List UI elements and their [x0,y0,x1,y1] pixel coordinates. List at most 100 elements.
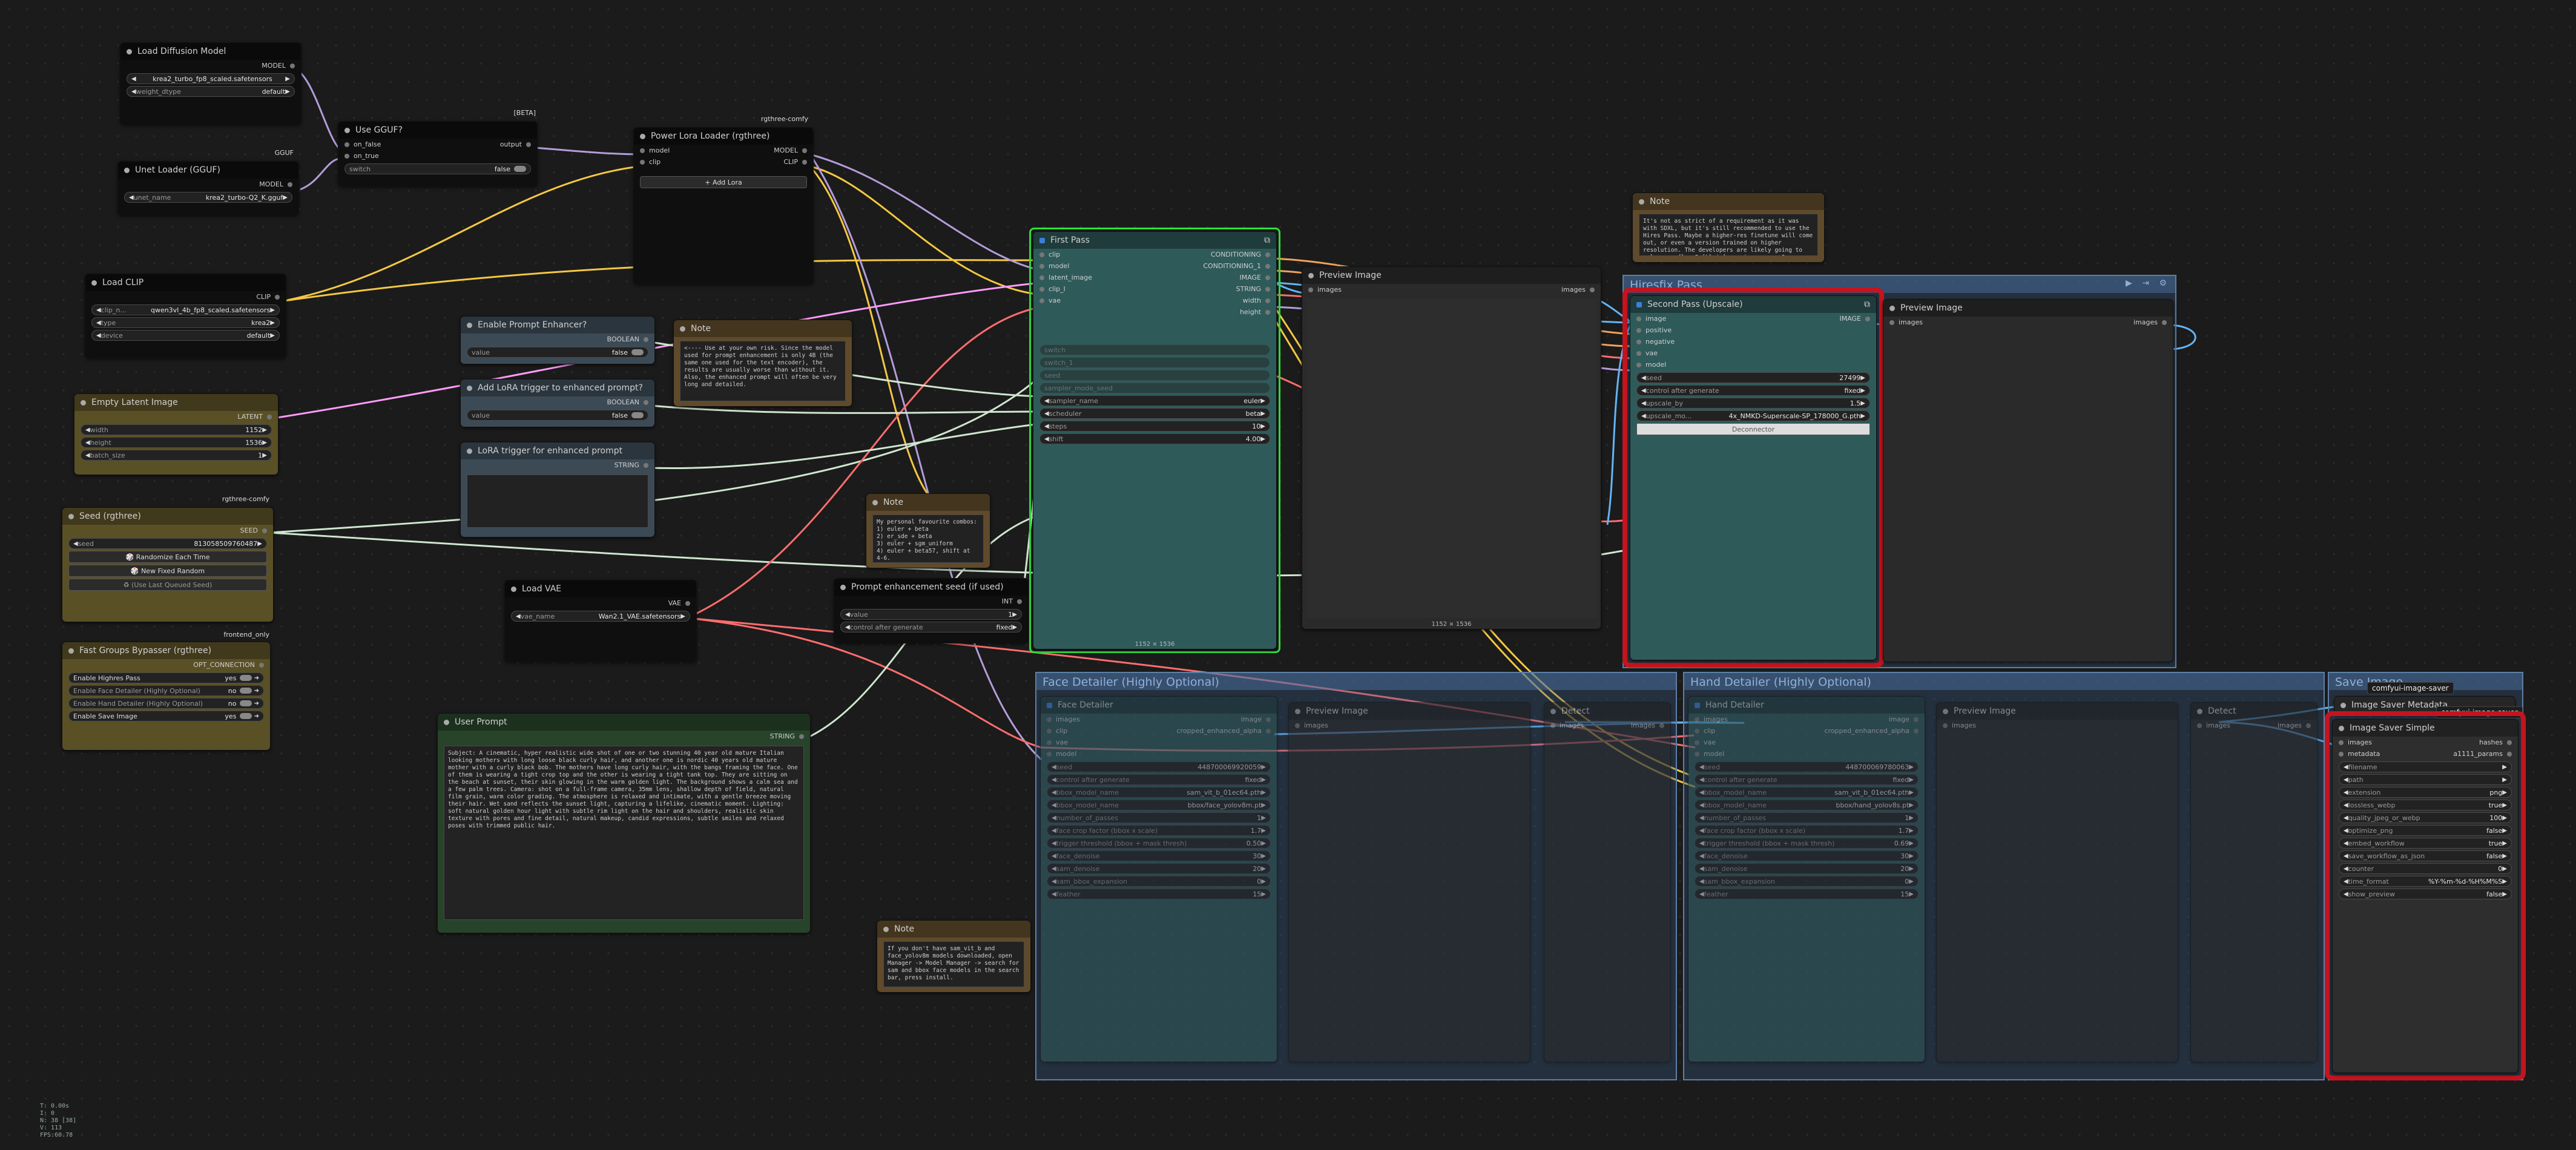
node-header[interactable]: Enable Prompt Enhancer? [461,317,654,334]
toggle-icon[interactable] [631,349,644,355]
widget[interactable]: ◀ lossless_webp true ▶ [2339,800,2512,810]
decrement-arrow-icon[interactable]: ◀ [1699,764,1704,770]
collapse-dot-icon[interactable] [2197,708,2202,714]
increment-arrow-icon[interactable]: ▶ [1261,764,1266,770]
output-slot[interactable]: image [1241,715,1271,723]
node-first-pass[interactable]: First Pass ⧉ clip CONDITIONING model CONDITI… [1033,231,1277,649]
decrement-arrow-icon[interactable]: ◀ [2344,764,2348,770]
image-preview-area[interactable] [1306,298,1597,618]
output-slot[interactable]: a1111_params [2453,750,2512,758]
increment-arrow-icon[interactable]: ▶ [1261,866,1266,872]
input-slot[interactable]: model [1039,262,1069,270]
group-controls[interactable]: ▶ ⇥ ⚙ [2126,278,2170,288]
widget[interactable]: ◀ sam_denoise 20 ▶ [1047,863,1271,874]
collapse-dot-icon[interactable] [872,499,878,505]
node-power-lora-loader[interactable]: Power Lora Loader (rgthree) model MODEL c… [633,127,814,284]
widget[interactable]: ◀ bbox_model_name bbox/hand_yolov8s.pt ▶ [1695,800,1919,810]
decrement-arrow-icon[interactable]: ◀ [1699,815,1704,821]
collapse-dot-icon[interactable] [1889,305,1895,311]
note-textarea[interactable]: If you don't have sam_vit_b and face_yol… [883,941,1024,987]
widget-batch-size[interactable]: ◀ batch_size 1 ▶ [81,450,272,461]
increment-arrow-icon[interactable]: ▶ [2502,878,2507,885]
widget[interactable]: ◀ face crop factor (bbox x scale) 1.7 ▶ [1047,825,1271,836]
decrement-arrow-icon[interactable]: ◀ [1052,777,1056,783]
collapse-dot-icon[interactable] [1308,272,1314,278]
collapse-dot-icon[interactable] [344,127,350,133]
node-hand-detailer[interactable]: Hand Detailer images image clip cropped_enh… [1688,696,1925,1062]
output-slot[interactable]: SEED [240,527,267,534]
collapse-dot-icon[interactable] [444,719,449,725]
output-slot[interactable]: MODEL [262,62,295,70]
widget[interactable]: ◀ filename ▶ [2339,761,2512,772]
decrement-arrow-icon[interactable]: ◀ [1052,802,1056,809]
increment-arrow-icon[interactable]: ▶ [1909,866,1914,872]
node-header[interactable]: Image Saver Simple [2333,720,2518,737]
input-slot[interactable]: images [1943,721,1976,729]
increment-arrow-icon[interactable]: ▶ [1909,878,1914,885]
collapse-dot-icon[interactable] [68,513,74,519]
input-slot[interactable]: positive [1636,326,1672,334]
collapse-dot-icon[interactable] [467,322,472,328]
input-slot[interactable]: model [1047,750,1076,758]
node-note-sampler-combos[interactable]: Note My personal favourite combos: 1) eu… [866,493,990,568]
output-slot[interactable]: CLIP [783,158,807,166]
decrement-arrow-icon[interactable]: ◀ [2344,827,2348,834]
increment-arrow-icon[interactable]: ▶ [1261,853,1266,859]
node-fast-groups-bypasser[interactable]: Fast Groups Bypasser (rgthree) OPT_CONNE… [62,642,271,751]
new-fixed-random-button[interactable]: 🎲 New Fixed Random [68,565,267,577]
output-slot[interactable]: OPT_CONNECTION [193,661,264,669]
decrement-arrow-icon[interactable]: ◀ [1699,853,1704,859]
decrement-arrow-icon[interactable]: ◀ [2344,878,2348,885]
widget[interactable]: ◀ control after generate fixed ▶ [1047,774,1271,785]
node-note-sam-models[interactable]: Note If you don't have sam_vit_b and fac… [877,920,1031,993]
toggle-icon[interactable] [240,713,252,719]
navigate-arrow-icon[interactable]: ➜ [252,675,259,682]
node-header[interactable]: Note [866,494,990,511]
decrement-arrow-icon[interactable]: ◀ [1699,789,1704,796]
widget-height[interactable]: ◀ height 1536 ▶ [81,437,272,448]
output-slot[interactable]: IMAGE [1839,315,1870,323]
collapse-dot-icon[interactable] [883,926,889,932]
input-slot[interactable]: images [1889,318,1923,326]
node-hand-detect[interactable]: Detect images images [2190,702,2317,1062]
open-subgraph-icon[interactable]: ⧉ [1864,300,1870,309]
widget-disabled[interactable]: seed [1039,370,1270,381]
toggle-face-detailer[interactable]: Enable Face Detailer (Highly Optional) no… [68,685,264,696]
widget-seed[interactable]: ◀ seed 813058509760487 ▶ [68,538,267,549]
output-slot[interactable]: images [1561,286,1595,294]
decrement-arrow-icon[interactable]: ◀ [1052,878,1056,885]
output-slot[interactable]: images [2278,721,2311,729]
toggle-highres-pass[interactable]: Enable Highres Pass yes ➜ [68,672,264,683]
increment-arrow-icon[interactable]: ▶ [2502,815,2507,821]
widget-upscale-by[interactable]: ◀ upscale_by 1.5 ▶ [1636,398,1870,409]
decrement-arrow-icon[interactable]: ◀ [2344,891,2348,898]
input-slot[interactable]: images [2339,738,2372,746]
widget[interactable]: ◀ feather 15 ▶ [1047,889,1271,899]
toggle-icon[interactable] [240,675,252,681]
decrement-arrow-icon[interactable]: ◀ [1699,802,1704,809]
input-slot[interactable]: image [1636,315,1666,323]
widget[interactable]: ◀ face_denoise 30 ▶ [1695,850,1919,861]
collapse-dot-icon[interactable] [2340,702,2346,708]
input-slot[interactable]: vae [1636,349,1658,357]
increment-arrow-icon[interactable]: ▶ [1261,878,1266,885]
increment-arrow-icon[interactable]: ▶ [1909,840,1914,847]
node-header[interactable]: Seed (rgthree) [62,508,273,525]
node-face-detect[interactable]: Detect images images [1544,702,1671,1062]
increment-arrow-icon[interactable]: ▶ [2502,802,2507,809]
increment-arrow-icon[interactable]: ▶ [1261,815,1266,821]
widget-value-toggle[interactable]: value false [467,347,648,358]
increment-arrow-icon[interactable]: ▶ [1909,815,1914,821]
increment-arrow-icon[interactable]: ▶ [1909,789,1914,796]
widget[interactable]: ◀ embed_workflow true ▶ [2339,838,2512,849]
add-lora-button[interactable]: + Add Lora [640,176,807,188]
input-slot[interactable]: model [1695,750,1724,758]
decrement-arrow-icon[interactable]: ◀ [1052,789,1056,796]
collapse-dot-icon[interactable] [124,167,130,173]
decrement-arrow-icon[interactable]: ◀ [1052,764,1056,770]
decrement-arrow-icon[interactable]: ◀ [2344,840,2348,847]
widget[interactable]: ◀ feather 15 ▶ [1695,889,1919,899]
widget-switch[interactable]: switch false [344,163,531,174]
node-note-hires[interactable]: Note It's not as strict of a requirement… [1632,192,1825,263]
node-load-vae[interactable]: Load VAE VAE ◀ vae_name Wan2.1_VAE.safeten… [504,580,697,662]
